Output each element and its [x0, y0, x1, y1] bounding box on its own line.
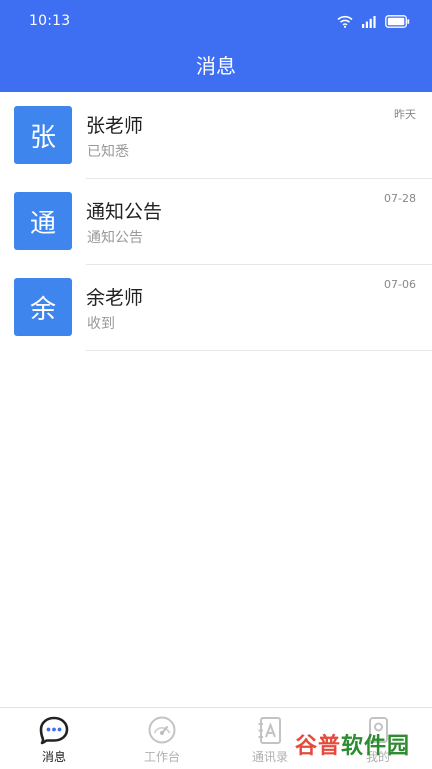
message-item[interactable]: 张 张老师 已知悉 昨天 [0, 92, 432, 179]
tab-label: 消息 [41, 750, 66, 764]
dashboard-gauge-icon [148, 716, 176, 744]
contact-name: 通知公告 [86, 201, 163, 223]
page-title: 消息 [196, 54, 236, 78]
watermark-part2: 软件园 [341, 734, 411, 759]
watermark: 谷普 软件园 [295, 727, 427, 761]
message-time: 07-28 [384, 192, 416, 205]
tab-messages[interactable]: 消息 [0, 708, 108, 769]
message-time: 07-06 [384, 278, 416, 291]
contact-name: 余老师 [86, 287, 144, 309]
message-item[interactable]: 余 余老师 收到 07-06 [0, 264, 432, 351]
contacts-book-icon [258, 717, 281, 744]
message-item[interactable]: 通 通知公告 通知公告 07-28 [0, 178, 432, 265]
message-preview: 通知公告 [87, 230, 143, 246]
signal-icon [362, 15, 376, 28]
battery-icon [385, 14, 410, 28]
top-bar: 10:13 消息 [0, 0, 432, 92]
contact-name: 张老师 [86, 115, 144, 137]
status-icons [337, 12, 410, 30]
avatar: 余 [14, 278, 72, 336]
wifi-icon [337, 15, 353, 28]
divider [86, 350, 432, 351]
tab-workbench[interactable]: 工作台 [108, 708, 216, 769]
avatar: 通 [14, 192, 72, 250]
tab-label: 工作台 [143, 750, 180, 764]
status-bar: 10:13 [0, 0, 432, 42]
message-preview: 收到 [87, 316, 115, 332]
status-time: 10:13 [29, 13, 71, 29]
avatar: 张 [14, 106, 72, 164]
message-time: 昨天 [394, 108, 416, 121]
chat-bubble-icon [39, 716, 69, 745]
watermark-part1: 谷普 [295, 734, 342, 759]
message-preview: 已知悉 [87, 144, 129, 160]
